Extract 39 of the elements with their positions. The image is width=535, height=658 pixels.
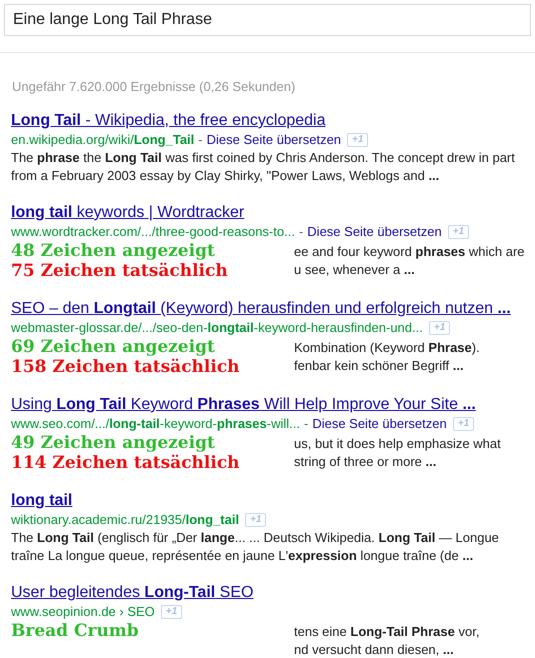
snippet-text: us, but it does help emphasize what — [294, 435, 501, 453]
result-stats: Ungefähr 7.620.000 Ergebnisse (0,26 Sekunden) — [11, 78, 296, 96]
character-count-label: 75 Zeichen tatsächlich — [11, 261, 229, 281]
snippet-text: u see, whenever a ... — [294, 261, 416, 279]
result-url: www.wordtracker.com/.../three-good-reasons-to... — [11, 223, 295, 241]
translate-link[interactable]: Diese Seite übersetzen — [206, 131, 342, 149]
result-title-link[interactable]: long tail — [11, 491, 72, 511]
result-title-link[interactable]: User begleitendes Long-Tail SEO — [11, 583, 254, 603]
search-field[interactable]: Eine lange Long Tail Phrase — [4, 4, 531, 36]
separator: - — [198, 131, 203, 149]
separator: - — [298, 223, 304, 241]
translate-link[interactable]: Diese Seite übersetzen — [312, 415, 447, 433]
character-count-label: Bread Crumb — [11, 621, 140, 641]
result-title-link[interactable]: SEO – den Longtail (Keyword) herausfinden und erfolgreich nutzen ... — [11, 299, 511, 319]
result-url: www.seo.com/.../long-tail-keyword-phrases-will... — [11, 415, 300, 433]
result-url: www.seopinion.de › SEO — [11, 603, 155, 621]
snippet-text: tens eine Long-Tail Phrase vor, — [294, 623, 480, 641]
result-url: en.wikipedia.org/wiki/Long_Tail — [11, 131, 194, 149]
separator: - — [304, 415, 308, 433]
result-url: wiktionary.academic.ru/21935/long_tail — [11, 511, 240, 529]
snippet-text: Kombination (Keyword Phrase). — [294, 339, 480, 357]
snippet-text: The Long Tail (englisch für „Der lange... ... Deutsch Wikipedia. Long Tail — Longue — [11, 529, 500, 547]
translate-link[interactable]: Diese Seite übersetzen — [307, 223, 442, 241]
character-count-label: 114 Zeichen tatsächlich — [11, 453, 241, 473]
snippet-text: fenbar kein schöner Begriff ... — [294, 357, 465, 375]
character-count-label: 49 Zeichen angezeigt — [11, 433, 216, 453]
snippet-text: ee and four keyword phrases which are — [294, 243, 525, 261]
result-title-link[interactable]: long tail keywords | Wordtracker — [11, 203, 244, 223]
result-title-link[interactable]: Long Tail - Wikipedia, the free encyclopedia — [11, 111, 326, 131]
result-url: webmaster-glossar.de/.../seo-den-longtail-keyword-herausfinden-und... — [11, 319, 423, 337]
character-count-label: 48 Zeichen angezeigt — [11, 241, 216, 261]
result-title-link[interactable]: Using Long Tail Keyword Phrases Will Help Improve Your Site ... — [11, 395, 476, 415]
snippet-text: nd versucht dann diesen, ... — [294, 641, 455, 658]
snippet-text: traîne La longue queue, représentée en jaune L'expression longue traîne (de ... — [11, 547, 474, 565]
character-count-label: 69 Zeichen angezeigt — [11, 337, 216, 357]
character-count-label: 158 Zeichen tatsächlich — [11, 357, 241, 377]
snippet-text: from a February 2003 essay by Clay Shirky, "Power Laws, Weblogs and ... — [11, 167, 440, 185]
snippet-text: string of three or more ... — [294, 453, 438, 471]
snippet-text: The phrase the Long Tail was first coined by Chris Anderson. The concept drew in part — [11, 149, 516, 167]
